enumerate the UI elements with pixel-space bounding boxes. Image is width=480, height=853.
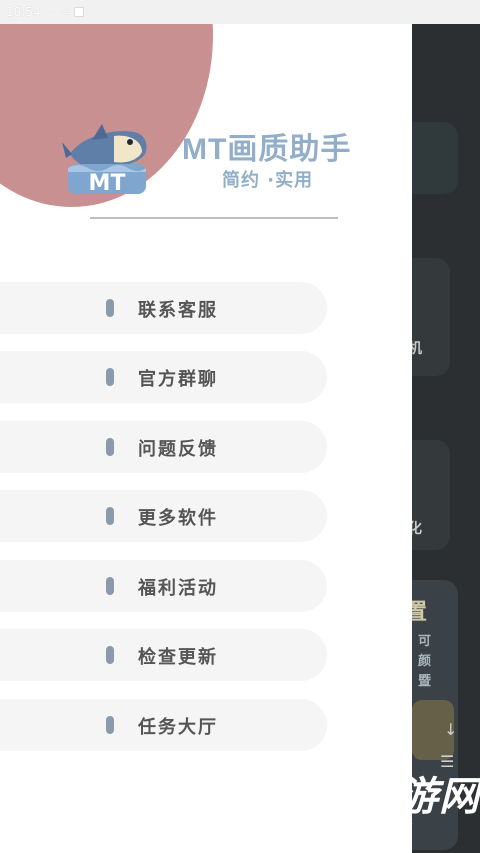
header-divider	[90, 217, 338, 219]
status-bar: 10:54 ⋯ ≈	[0, 0, 480, 24]
arrow-down-icon: ↓	[444, 720, 458, 739]
menu-item-label: 任务大厅	[138, 717, 218, 738]
menu-item-label: 官方群聊	[138, 369, 218, 390]
bar-marker-icon	[106, 716, 114, 734]
app-subtitle: 简约 ·实用	[222, 170, 314, 191]
menu-item-benefits[interactable]: 福利活动	[0, 560, 327, 612]
app-title: MT画质助手	[182, 133, 352, 166]
menu-item-label: 问题反馈	[138, 439, 218, 460]
menu-item-label: 联系客服	[138, 300, 218, 321]
menu-item-label: 更多软件	[138, 508, 218, 529]
menu-item-label: 福利活动	[138, 578, 218, 599]
background-label: 可	[418, 634, 432, 649]
menu-item-task-hall[interactable]: 任务大厅	[0, 699, 327, 751]
status-icons: ⋯ ≈	[44, 5, 71, 19]
bar-marker-icon	[106, 299, 114, 317]
menu-item-check-update[interactable]: 检查更新	[0, 629, 327, 681]
logo-text: MT	[89, 171, 126, 196]
bar-marker-icon	[106, 438, 114, 456]
bar-marker-icon	[106, 368, 114, 386]
bar-marker-icon	[106, 646, 114, 664]
menu-item-official-group[interactable]: 官方群聊	[0, 351, 327, 403]
menu-item-label: 检查更新	[138, 647, 218, 668]
navigation-drawer: MT MT画质助手 简约 ·实用 联系客服 官方群聊 问题反馈 更多软件 福利活…	[0, 24, 412, 853]
bar-marker-icon	[106, 507, 114, 525]
menu-item-contact-support[interactable]: 联系客服	[0, 282, 327, 334]
bar-marker-icon	[106, 577, 114, 595]
menu-item-more-software[interactable]: 更多软件	[0, 490, 327, 542]
notification-icon	[74, 7, 85, 17]
shark-logo-icon: MT	[62, 124, 147, 196]
status-time: 10:54	[6, 5, 41, 19]
background-label: 暨	[418, 674, 432, 689]
menu-item-feedback[interactable]: 问题反馈	[0, 421, 327, 473]
background-label: 颜	[418, 654, 432, 669]
